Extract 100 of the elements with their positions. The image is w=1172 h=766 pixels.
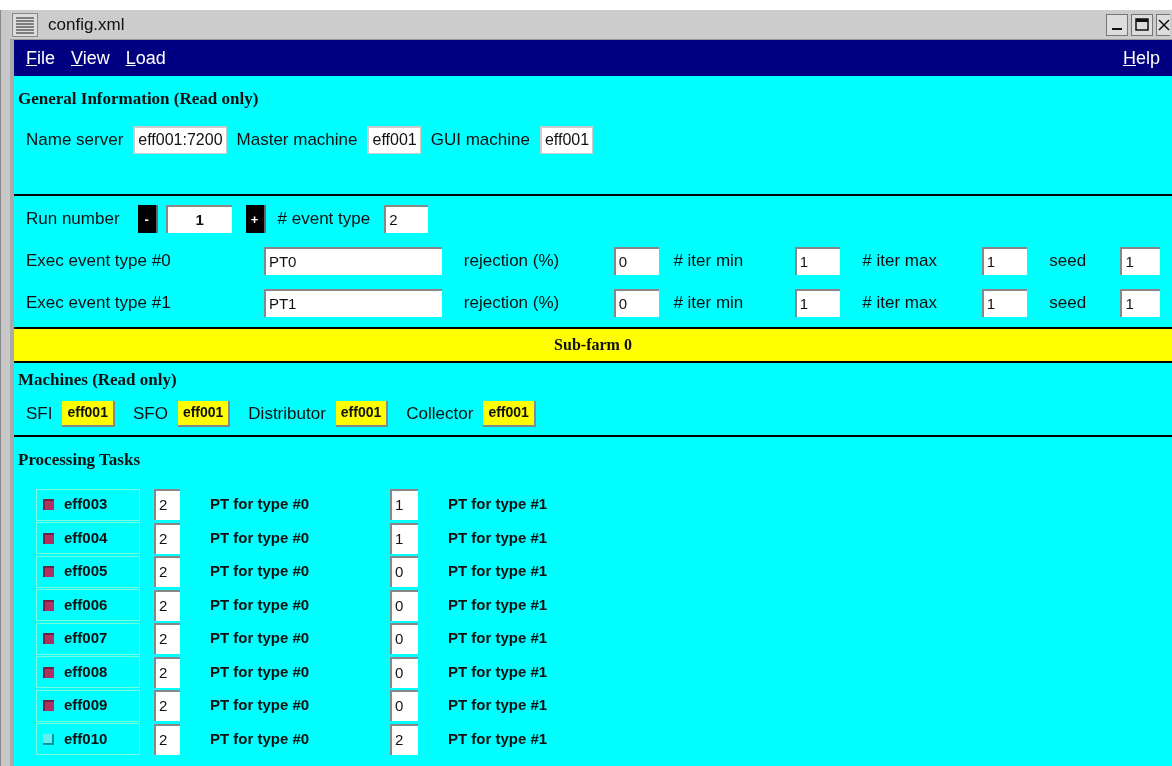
rejection-field[interactable]: 0 xyxy=(613,289,660,317)
field-label: PT for type #1 xyxy=(448,728,548,749)
field-label: PT for type #1 xyxy=(448,661,548,682)
read-only-field: eff001:7200 xyxy=(133,125,227,154)
minimize-icon[interactable] xyxy=(1106,13,1128,36)
field-label: # iter min xyxy=(673,292,745,315)
host-checkbox[interactable]: eff006 xyxy=(36,589,140,621)
field-label: Collector xyxy=(406,402,474,425)
field-label: seed xyxy=(1049,292,1088,315)
machine-badge: eff001 xyxy=(177,400,231,427)
field-label: seed xyxy=(1049,250,1088,273)
field-label: Name server xyxy=(26,128,124,151)
seed-field[interactable]: 1 xyxy=(1120,247,1160,275)
count-field[interactable]: 0 xyxy=(390,556,418,587)
field-label: PT for type #1 xyxy=(448,527,548,548)
machine-badge: eff001 xyxy=(62,400,115,427)
checkbox-square[interactable] xyxy=(43,599,54,611)
read-only-field: eff001 xyxy=(367,125,421,154)
field-label: SFI xyxy=(26,402,53,425)
host-checkbox[interactable]: eff005 xyxy=(36,555,140,588)
count-field[interactable]: 0 xyxy=(390,656,418,688)
host-checkbox[interactable]: eff009 xyxy=(36,689,140,722)
field-label: PT for type #1 xyxy=(448,695,548,716)
iter-min-field[interactable]: 1 xyxy=(794,247,841,275)
count-field[interactable]: 0 xyxy=(390,623,418,654)
step-button[interactable]: - xyxy=(137,205,158,233)
window-title: config.xml xyxy=(48,13,126,36)
checkbox-square[interactable] xyxy=(43,666,54,678)
iter-min-field[interactable]: 1 xyxy=(794,289,841,317)
section-title: Processing Tasks xyxy=(17,449,142,471)
machine-badge: eff001 xyxy=(483,400,536,427)
maximize-icon[interactable] xyxy=(1131,13,1153,36)
field-label: SFO xyxy=(132,402,168,425)
menu-item[interactable]: View xyxy=(71,44,110,72)
field-label: PT for type #0 xyxy=(210,661,311,682)
checkbox-square[interactable] xyxy=(43,700,54,711)
field-label: # iter max xyxy=(862,250,938,273)
count-field[interactable]: 0 xyxy=(390,589,418,621)
checkbox-square[interactable] xyxy=(43,733,54,745)
checkbox-square[interactable] xyxy=(43,633,54,644)
field-label: Run number xyxy=(26,208,120,231)
field-label: rejection (%) xyxy=(463,250,561,273)
field-label: PT for type #1 xyxy=(448,594,548,615)
count-field[interactable]: 2 xyxy=(390,723,418,755)
count-field[interactable]: 2 xyxy=(154,723,180,755)
count-field[interactable]: 2 xyxy=(154,589,180,621)
iter-max-field[interactable]: 1 xyxy=(981,289,1028,317)
menu-item[interactable]: Help xyxy=(1122,44,1160,72)
host-checkbox[interactable]: eff004 xyxy=(36,522,140,554)
field-label: PT for type #0 xyxy=(210,494,311,515)
field-label: PT for type #0 xyxy=(210,628,311,649)
section-title: General Information (Read only) xyxy=(17,88,260,110)
field-label: GUI machine xyxy=(430,128,530,151)
host-checkbox[interactable]: eff003 xyxy=(36,488,140,521)
event-type-field[interactable]: 2 xyxy=(384,205,429,233)
field-label: PT for type #0 xyxy=(210,594,311,615)
checkbox-square[interactable] xyxy=(43,499,54,510)
menu-icon[interactable] xyxy=(12,12,38,37)
host-checkbox[interactable]: eff010 xyxy=(36,723,140,755)
name-field[interactable]: PT0 xyxy=(263,247,442,275)
menu-item[interactable]: File xyxy=(26,44,55,72)
field-label: PT for type #0 xyxy=(210,695,311,716)
count-field[interactable]: 2 xyxy=(154,489,180,520)
field-label: PT for type #1 xyxy=(448,494,548,515)
field-label: rejection (%) xyxy=(463,292,561,315)
close-icon[interactable] xyxy=(1156,13,1170,36)
host-checkbox[interactable]: eff007 xyxy=(36,622,140,655)
field-label: PT for type #1 xyxy=(448,628,548,649)
section-title: Machines (Read only) xyxy=(17,369,178,391)
count-field[interactable]: 0 xyxy=(390,690,418,721)
menu-item[interactable]: Load xyxy=(125,44,166,72)
field-label: PT for type #0 xyxy=(210,527,311,548)
machine-badge: eff001 xyxy=(335,400,389,427)
run-number-field[interactable]: 1 xyxy=(165,205,232,233)
step-button[interactable]: + xyxy=(245,205,266,233)
field-label: PT for type #0 xyxy=(210,561,311,582)
field-label: PT for type #1 xyxy=(448,561,548,582)
subfarm-banner: Sub-farm 0 xyxy=(14,329,1172,363)
count-field[interactable]: 2 xyxy=(154,556,180,587)
iter-max-field[interactable]: 1 xyxy=(981,247,1028,275)
field-label: Master machine xyxy=(236,128,358,151)
field-label: # iter min xyxy=(673,250,745,273)
count-field[interactable]: 1 xyxy=(390,522,418,554)
field-label: Distributor xyxy=(248,402,326,425)
host-checkbox[interactable]: eff008 xyxy=(36,656,140,688)
field-label: # event type xyxy=(277,208,371,231)
count-field[interactable]: 2 xyxy=(154,623,180,654)
count-field[interactable]: 2 xyxy=(154,522,180,554)
count-field[interactable]: 1 xyxy=(390,489,418,520)
checkbox-square[interactable] xyxy=(43,566,54,577)
name-field[interactable]: PT1 xyxy=(263,289,442,317)
field-label: Exec event type #0 xyxy=(26,250,172,273)
field-label: PT for type #0 xyxy=(210,728,311,749)
read-only-field: eff001 xyxy=(539,125,594,154)
field-label: Exec event type #1 xyxy=(26,292,172,315)
checkbox-square[interactable] xyxy=(43,532,54,544)
seed-field[interactable]: 1 xyxy=(1120,289,1160,317)
count-field[interactable]: 2 xyxy=(154,690,180,721)
rejection-field[interactable]: 0 xyxy=(613,247,660,275)
count-field[interactable]: 2 xyxy=(154,656,180,688)
